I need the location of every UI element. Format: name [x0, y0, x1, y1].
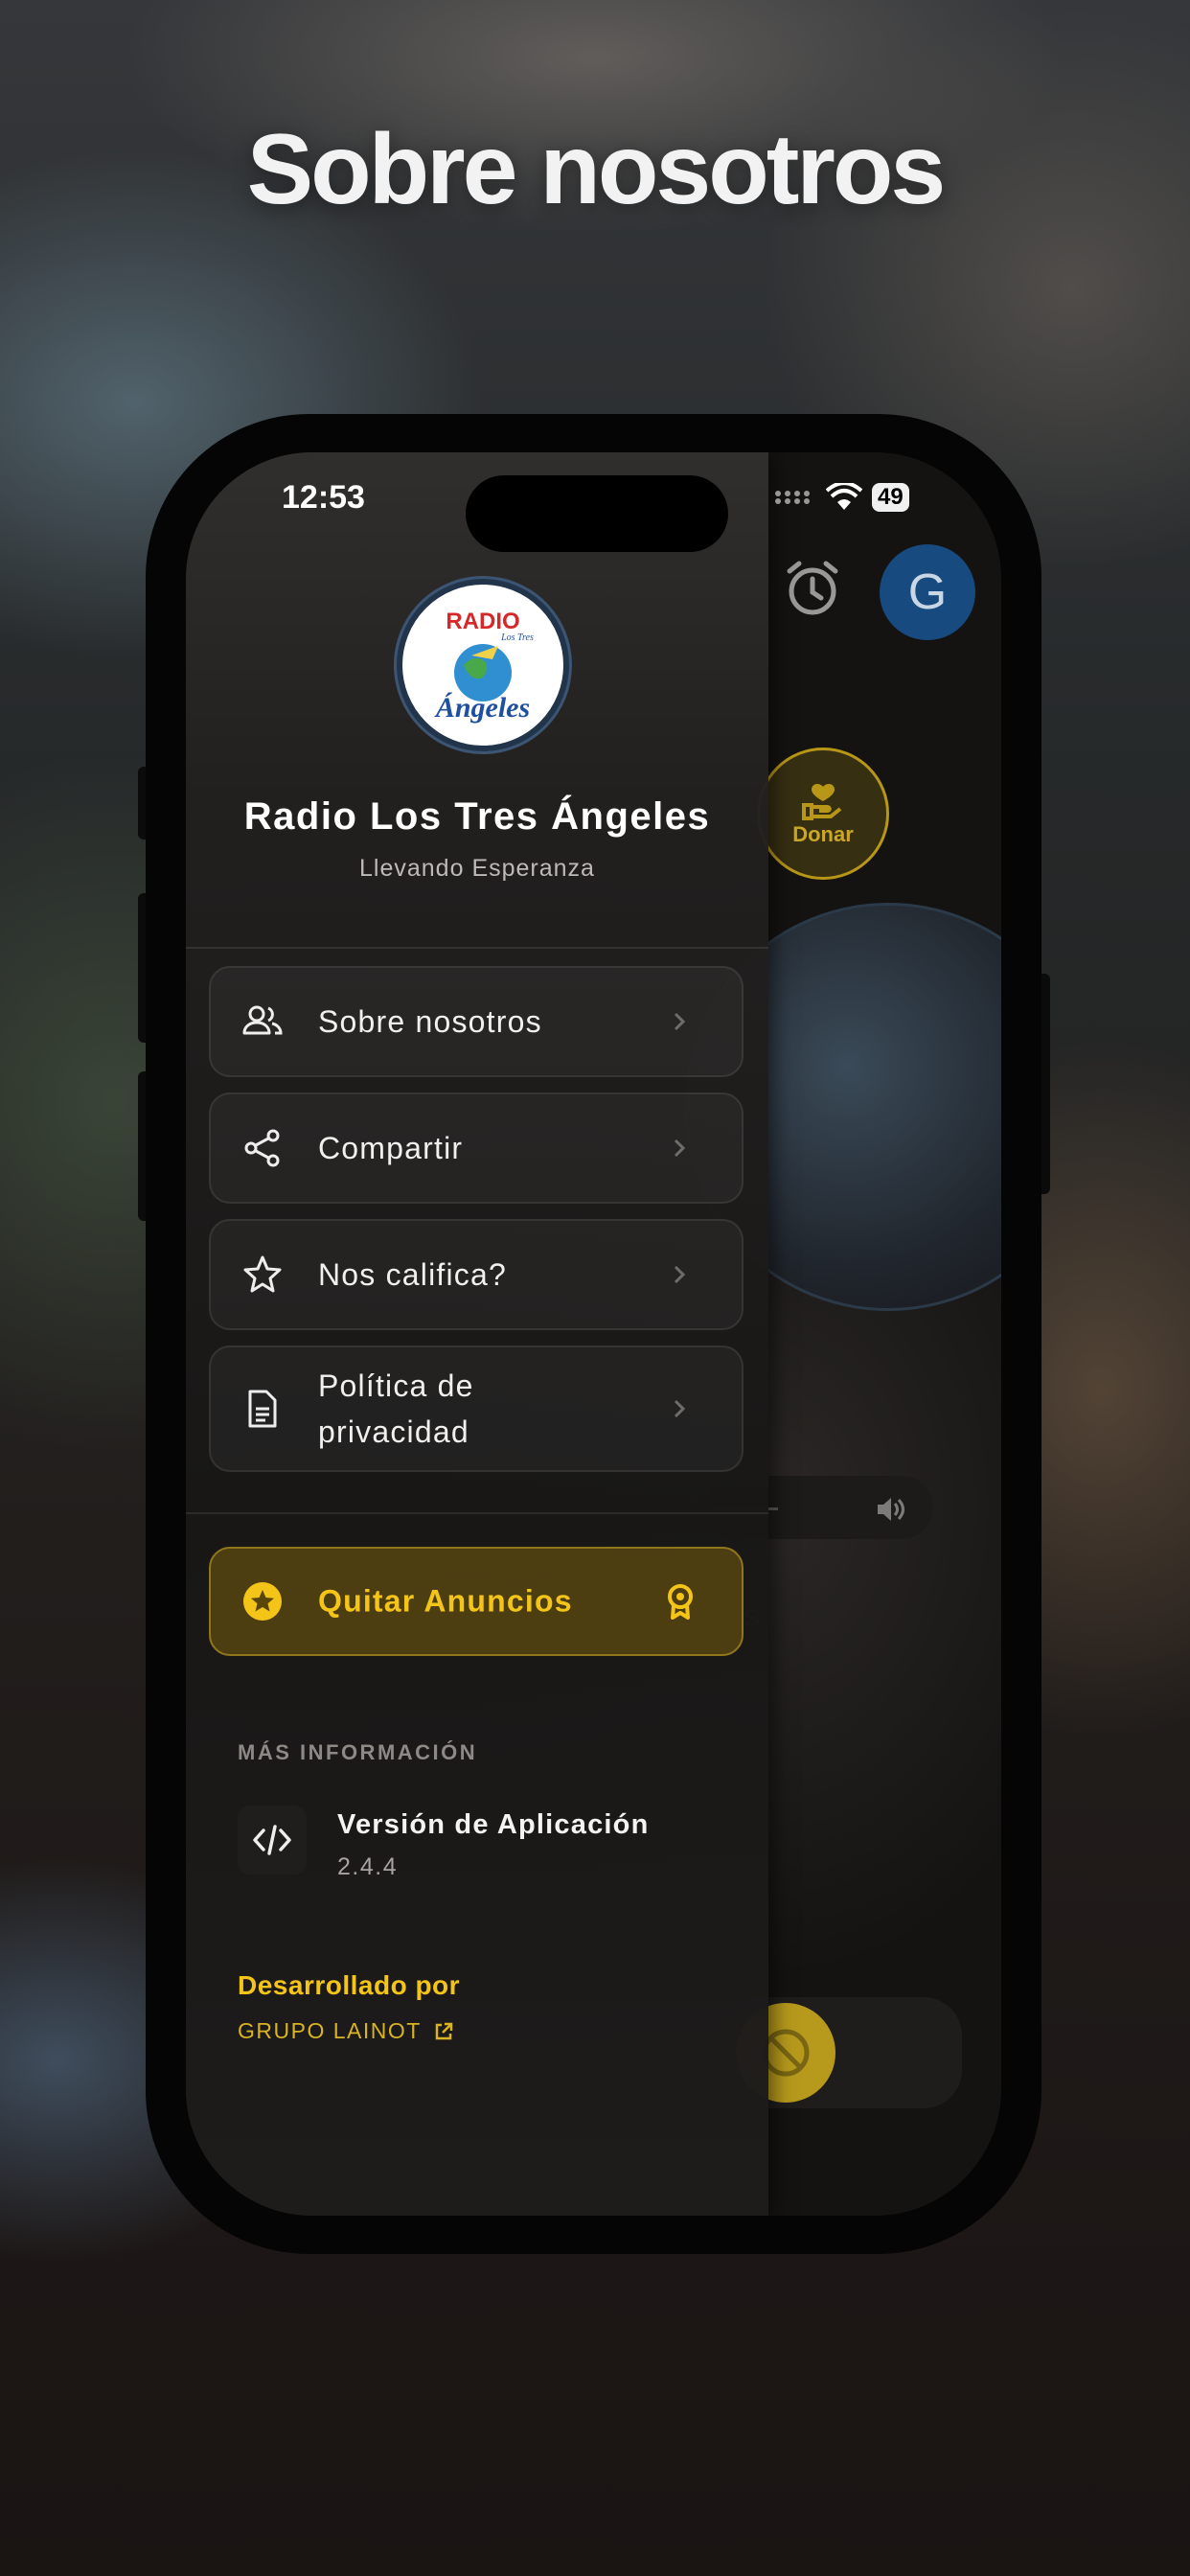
- menu-item-label: Compartir: [318, 1131, 464, 1165]
- star-outline-icon: [243, 1255, 282, 1293]
- divider: [186, 1512, 768, 1514]
- menu-item-privacy-policy[interactable]: Política de privacidad: [209, 1346, 744, 1472]
- navigation-drawer: RADIO Los Tres Ángeles Radio Los Tres Án…: [186, 452, 768, 2216]
- document-icon: [248, 1390, 277, 1428]
- menu-item-label: Sobre nosotros: [318, 1004, 542, 1039]
- phone-frame: G Donar s: [146, 414, 1041, 2254]
- award-icon: [668, 1584, 693, 1620]
- remove-ads-label: Quitar Anuncios: [318, 1583, 573, 1619]
- page-headline: Sobre nosotros: [246, 114, 947, 225]
- avatar-letter: G: [907, 564, 948, 620]
- people-icon: [242, 1005, 283, 1035]
- donate-hand-heart-icon: [802, 784, 842, 820]
- app-tagline: Llevando Esperanza: [359, 855, 595, 882]
- donate-button[interactable]: Donar: [757, 748, 889, 880]
- wifi-icon: [826, 483, 862, 510]
- share-icon: [244, 1129, 280, 1167]
- alarm-clock-icon[interactable]: [782, 558, 843, 619]
- speaker-icon[interactable]: [874, 1493, 906, 1526]
- divider: [186, 947, 768, 949]
- avatar[interactable]: G: [880, 544, 975, 640]
- dynamic-island: [466, 475, 728, 552]
- more-info-header: MÁS INFORMACIÓN: [238, 1740, 478, 1764]
- chevron-right-icon: [674, 1265, 686, 1284]
- status-icons: 49: [774, 483, 909, 512]
- code-icon: [253, 1825, 291, 1855]
- logo-text-radio: RADIO: [446, 609, 519, 634]
- developer-title: Desarrollado por: [238, 1970, 461, 2000]
- code-icon-box: [238, 1806, 307, 1874]
- menu-item-label: Política de privacidad: [318, 1368, 474, 1449]
- version-value: 2.4.4: [337, 1853, 399, 1880]
- menu-item-rate[interactable]: Nos califica?: [209, 1219, 744, 1330]
- menu-item-label: Nos califica?: [318, 1257, 508, 1292]
- station-logo: RADIO Los Tres Ángeles: [397, 579, 569, 751]
- chevron-right-icon: [674, 1012, 686, 1031]
- app-title: Radio Los Tres Ángeles: [243, 795, 711, 838]
- developer-name: GRUPO LAINOT: [238, 2018, 422, 2043]
- chevron-right-icon: [674, 1399, 686, 1418]
- star-circle-icon: [243, 1582, 282, 1621]
- version-title: Versión de Aplicación: [337, 1809, 650, 1840]
- phone-screen: G Donar s: [186, 452, 1001, 2216]
- chevron-right-icon: [674, 1138, 686, 1158]
- battery-level: 49: [872, 483, 909, 512]
- external-link-icon: [435, 2022, 453, 2039]
- developer-link[interactable]: GRUPO LAINOT: [238, 2018, 454, 2044]
- remove-ads-button[interactable]: Quitar Anuncios: [209, 1547, 744, 1656]
- menu-item-share[interactable]: Compartir: [209, 1092, 744, 1204]
- logo-text-small: Los Tres: [500, 632, 534, 643]
- donate-label: Donar: [792, 822, 854, 846]
- status-time: 12:53: [282, 479, 365, 516]
- signal-dots-icon: [775, 491, 810, 504]
- menu-item-about-us[interactable]: Sobre nosotros: [209, 966, 744, 1077]
- logo-text-main: Ángeles: [434, 692, 530, 724]
